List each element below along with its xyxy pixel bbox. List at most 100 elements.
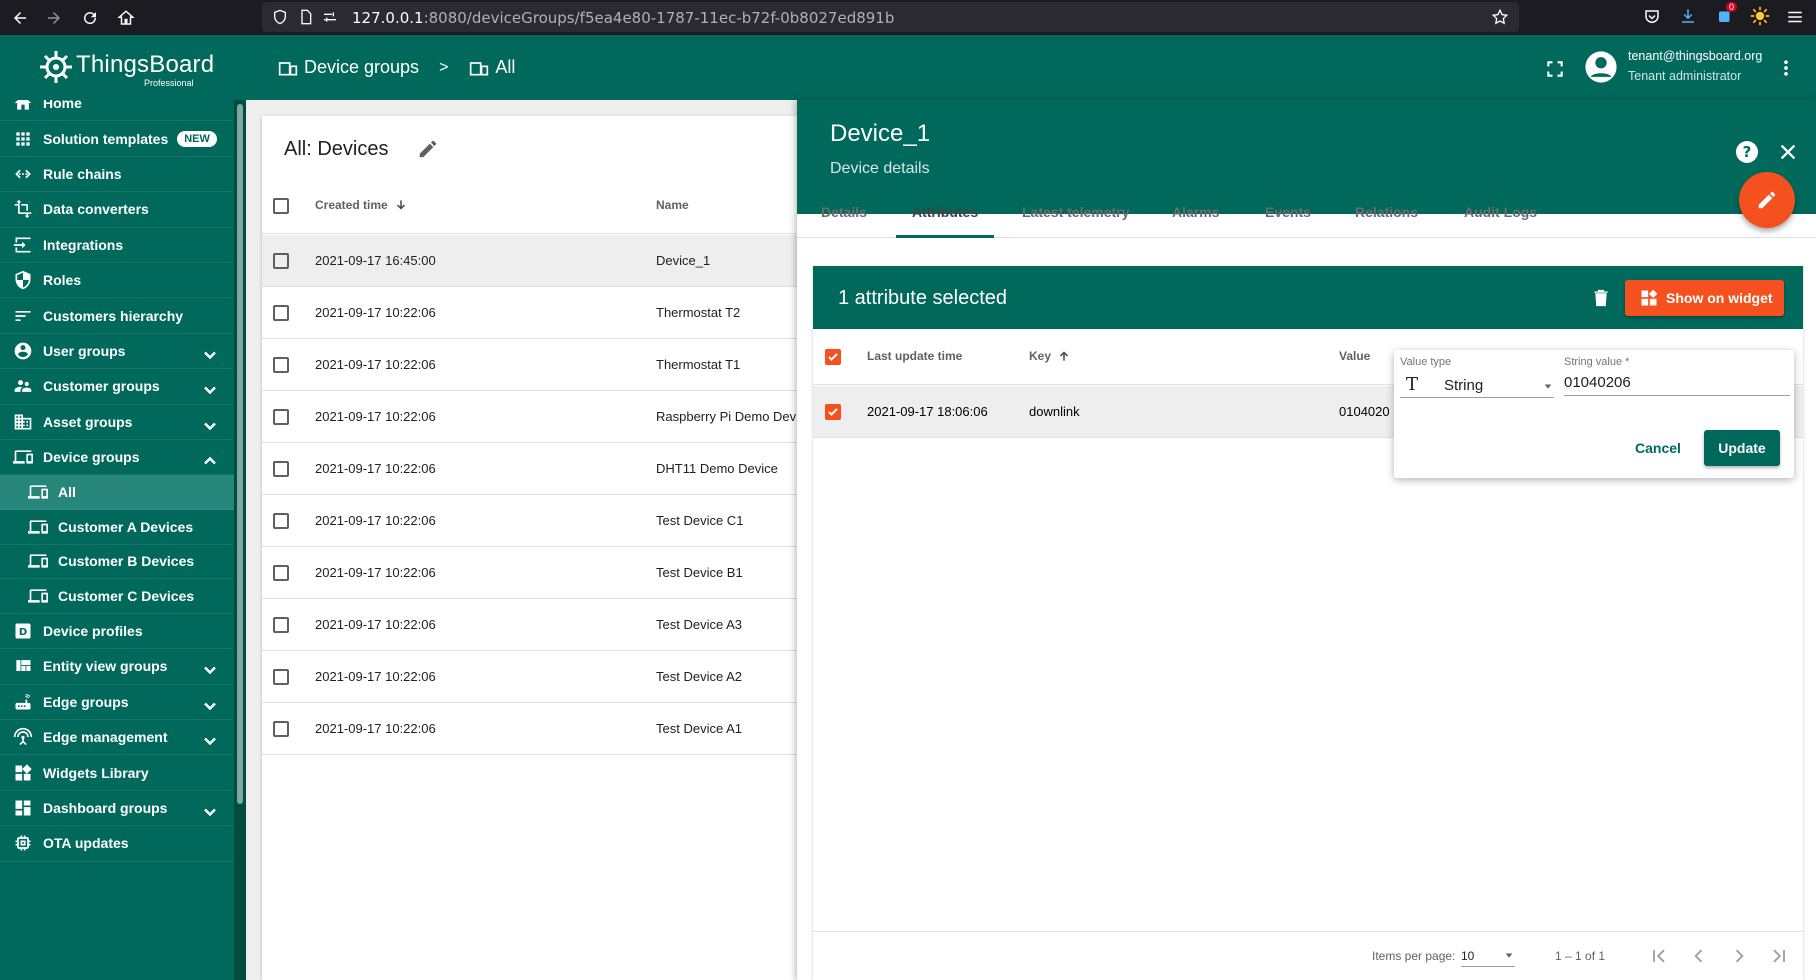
sidebar-item-customer-b-devices[interactable]: Customer B Devices (0, 545, 234, 580)
sidebar-item-dashboard-groups[interactable]: Dashboard groups (0, 791, 234, 827)
row-checkbox[interactable] (273, 461, 289, 477)
select-all-attributes-checkbox[interactable] (825, 349, 841, 365)
row-checkbox[interactable] (273, 669, 289, 685)
breadcrumb-device-groups[interactable]: Device groups (304, 57, 419, 78)
sidebar-item-home[interactable]: Home (0, 100, 234, 122)
tab-audit-logs[interactable]: Audit Logs (1448, 187, 1553, 238)
sidebar-item-roles[interactable]: Roles (0, 263, 234, 299)
sidebar-item-device-groups[interactable]: Device groups (0, 440, 234, 476)
tab-alarms[interactable]: Alarms (1156, 187, 1235, 238)
sidebar-item-device-profiles[interactable]: D Device profiles (0, 614, 234, 650)
url-bar[interactable]: 127.0.0.1:8080/deviceGroups/f5ea4e80-178… (262, 2, 1519, 32)
chevron-down-icon[interactable] (200, 380, 220, 400)
table-row[interactable]: 2021-09-17 10:22:06 Test Device A3 (262, 599, 822, 651)
sidebar-item-user-groups[interactable]: User groups (0, 334, 234, 370)
help-icon[interactable]: ? (1735, 140, 1759, 164)
chevron-down-icon[interactable] (200, 416, 220, 436)
tab-details[interactable]: Details (805, 187, 883, 238)
menu-icon[interactable] (1786, 8, 1804, 26)
sidebar-item-edge-management[interactable]: Edge management (0, 720, 234, 756)
row-checkbox[interactable] (273, 409, 289, 425)
table-row[interactable]: 2021-09-17 10:22:06 Test Device B1 (262, 547, 822, 599)
key-header[interactable]: Key (1029, 349, 1071, 363)
sidebar-item-customer-a-devices[interactable]: Customer A Devices (0, 510, 234, 545)
back-arrow-icon[interactable] (6, 4, 34, 32)
sidebar-item-integrations[interactable]: Integrations (0, 228, 234, 263)
shield-icon[interactable] (272, 9, 288, 25)
download-icon[interactable] (1679, 7, 1697, 25)
more-vert-icon[interactable] (1776, 57, 1796, 79)
tab-relations[interactable]: Relations (1339, 187, 1434, 238)
sidebar-item-edge-groups[interactable]: Edge groups (0, 685, 234, 720)
thingsboard-logo-icon[interactable] (36, 47, 76, 87)
chevron-down-icon[interactable] (200, 802, 220, 822)
string-value-input[interactable]: 01040206 (1564, 370, 1790, 396)
avatar[interactable] (1584, 50, 1618, 84)
connection-icon[interactable] (322, 9, 338, 25)
update-button[interactable]: Update (1704, 430, 1780, 466)
sidebar-item-widgets-library[interactable]: Widgets Library (0, 755, 234, 791)
last-page-icon[interactable] (1769, 946, 1789, 966)
row-checkbox[interactable] (273, 357, 289, 373)
tab-attributes[interactable]: Attributes (896, 187, 995, 238)
table-row[interactable]: 2021-09-17 10:22:06 Thermostat T2 (262, 287, 822, 339)
select-all-checkbox[interactable] (273, 198, 289, 214)
chevron-up-icon[interactable] (200, 451, 220, 471)
edit-icon[interactable] (417, 138, 439, 160)
next-page-icon[interactable] (1729, 946, 1749, 966)
sidebar-item-entity-view-groups[interactable]: Entity view groups (0, 649, 234, 685)
sidebar-item-rule-chains[interactable]: Rule chains (0, 157, 234, 193)
forward-arrow-icon[interactable] (40, 4, 68, 32)
first-page-icon[interactable] (1649, 946, 1669, 966)
row-checkbox[interactable] (273, 513, 289, 529)
sidebar-item-asset-groups[interactable]: Asset groups (0, 405, 234, 440)
reload-icon[interactable] (76, 4, 104, 32)
name-header[interactable]: Name (656, 198, 689, 212)
row-checkbox[interactable] (273, 565, 289, 581)
table-row[interactable]: 2021-09-17 10:22:06 Test Device A1 (262, 703, 822, 755)
last-update-header[interactable]: Last update time (867, 349, 962, 363)
attribute-value[interactable]: 0104020 (1339, 404, 1390, 419)
fullscreen-icon[interactable] (1545, 59, 1565, 79)
sun-icon[interactable] (1750, 6, 1770, 26)
cancel-button[interactable]: Cancel (1626, 430, 1690, 466)
attribute-row-checkbox[interactable] (825, 404, 841, 420)
show-on-widget-button[interactable]: Show on widget (1625, 280, 1784, 316)
chevron-down-icon[interactable] (200, 731, 220, 751)
pocket-icon[interactable] (1643, 8, 1661, 26)
row-checkbox[interactable] (273, 617, 289, 633)
sidebar-item-customer-c-devices[interactable]: Customer C Devices (0, 579, 234, 614)
close-icon[interactable] (1777, 141, 1799, 163)
table-row[interactable]: 2021-09-17 16:45:00 Device_1 (262, 235, 822, 287)
sidebar-item-solution-templates[interactable]: Solution templates NEW (0, 121, 234, 157)
sidebar-item-customers-hierarchy[interactable]: Customers hierarchy (0, 298, 234, 334)
edit-fab-button[interactable] (1739, 172, 1795, 228)
tab-latest-telemetry[interactable]: Latest telemetry (1006, 187, 1145, 238)
home-page-icon[interactable] (112, 4, 140, 32)
url-text[interactable]: 127.0.0.1:8080/deviceGroups/f5ea4e80-178… (352, 9, 894, 27)
sidebar-item-data-converters[interactable]: Data converters (0, 192, 234, 228)
table-row[interactable]: 2021-09-17 10:22:06 Thermostat T1 (262, 339, 822, 391)
items-per-page-select[interactable]: 10 (1461, 945, 1515, 967)
table-row[interactable]: 2021-09-17 10:22:06 Test Device A2 (262, 651, 822, 703)
table-row[interactable]: 2021-09-17 10:22:06 Test Device C1 (262, 495, 822, 547)
value-header[interactable]: Value (1339, 349, 1370, 363)
value-type-select[interactable]: T String (1400, 372, 1554, 398)
table-row[interactable]: 2021-09-17 10:22:06 DHT11 Demo Device (262, 443, 822, 495)
row-checkbox[interactable] (273, 305, 289, 321)
row-checkbox[interactable] (273, 253, 289, 269)
sidebar-item-customer-groups[interactable]: Customer groups (0, 369, 234, 405)
bookmark-star-icon[interactable] (1491, 8, 1509, 26)
created-time-header[interactable]: Created time (315, 198, 408, 212)
delete-icon[interactable] (1591, 287, 1611, 309)
sidebar-item-all[interactable]: All (0, 475, 234, 510)
chevron-down-icon[interactable] (200, 696, 220, 716)
table-row[interactable]: 2021-09-17 10:22:06 Raspberry Pi Demo Dev… (262, 391, 822, 443)
chevron-down-icon[interactable] (200, 660, 220, 680)
extension-icon[interactable]: 0 (1716, 2, 1738, 25)
row-checkbox[interactable] (273, 721, 289, 737)
sidebar-item-ota-updates[interactable]: OTA updates (0, 826, 234, 862)
sidebar-scrollbar[interactable] (234, 100, 246, 980)
chevron-down-icon[interactable] (200, 345, 220, 365)
tab-events[interactable]: Events (1249, 187, 1327, 238)
